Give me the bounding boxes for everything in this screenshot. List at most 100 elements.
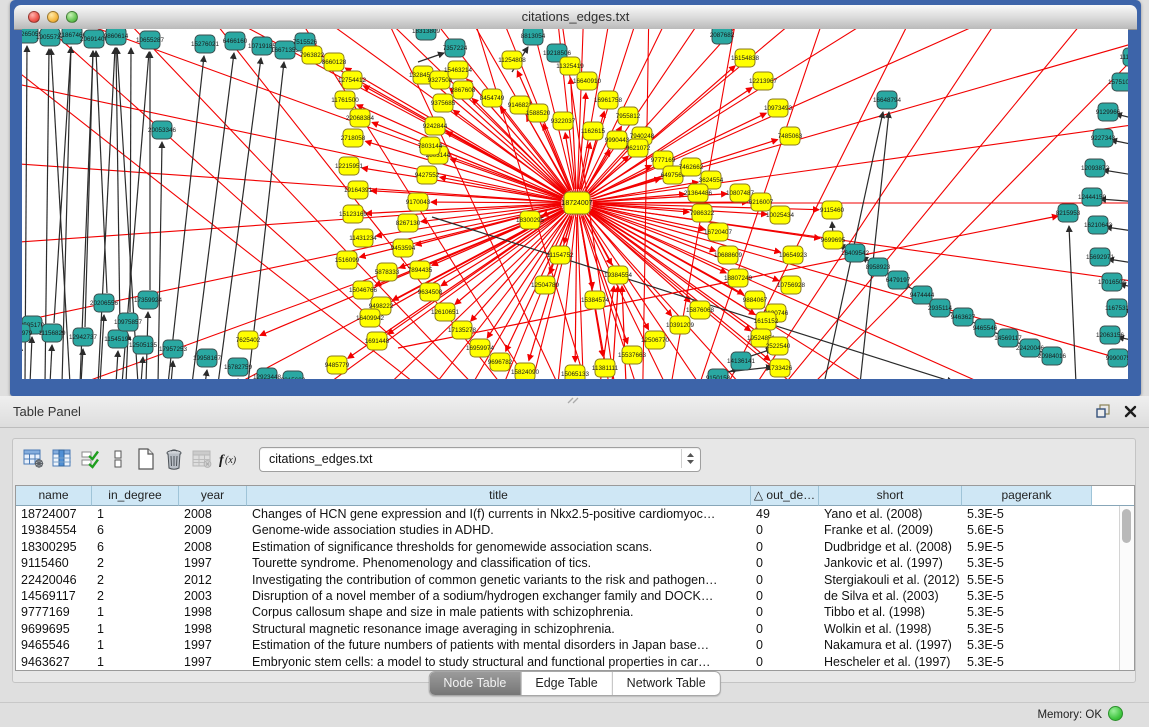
node-label: 9621072 bbox=[626, 145, 651, 152]
node-label: 18807249 bbox=[724, 275, 753, 282]
column-header-name[interactable]: name bbox=[16, 486, 92, 506]
node-label: 20206556 bbox=[90, 300, 119, 307]
node-label: 19384554 bbox=[604, 272, 633, 279]
node-label: 7515526 bbox=[293, 39, 318, 46]
node-label: 10025434 bbox=[766, 212, 795, 219]
table-cell: 5.9E-5 bbox=[962, 539, 1092, 555]
select-rows-button[interactable] bbox=[77, 447, 102, 471]
column-header-in_degree[interactable]: in_degree bbox=[92, 486, 179, 506]
table-cell: 5.5E-5 bbox=[962, 572, 1092, 588]
table-cell: 1998 bbox=[179, 621, 247, 637]
node-label: 19164391 bbox=[344, 187, 373, 194]
node-label: 9322037 bbox=[551, 118, 576, 125]
node-label: 12754412 bbox=[338, 77, 367, 84]
node-label: 9453594 bbox=[391, 245, 416, 252]
table-cell: 0 bbox=[751, 539, 819, 555]
splitter-grip-icon[interactable] bbox=[566, 397, 582, 404]
node-label: 19958167 bbox=[193, 355, 222, 362]
table-cell: 2 bbox=[92, 572, 179, 588]
table-cell: 1997 bbox=[179, 555, 247, 571]
table-row[interactable]: 977716911998Corpus callosum shape and si… bbox=[16, 604, 1134, 620]
table-row[interactable]: 1872400712008Changes of HCN gene express… bbox=[16, 506, 1134, 522]
node-label: 8660128 bbox=[322, 59, 347, 66]
tab-edge-table[interactable]: Edge Table bbox=[520, 672, 611, 695]
close-panel-icon[interactable] bbox=[1124, 405, 1137, 418]
select-columns-button[interactable] bbox=[49, 447, 74, 471]
table-row[interactable]: 911546021997Tourette syndrome. Phenomeno… bbox=[16, 555, 1134, 571]
node-label: 7485063 bbox=[778, 133, 803, 140]
node-label: 9227343 bbox=[1091, 135, 1116, 142]
node-label: 15276021 bbox=[191, 41, 220, 48]
tab-network-table[interactable]: Network Table bbox=[612, 672, 720, 695]
node-label: 3919979 bbox=[22, 330, 33, 337]
table-cell: Structural magnetic resonance image aver… bbox=[247, 621, 751, 637]
table-select-dropdown[interactable]: citations_edges.txt bbox=[259, 447, 701, 472]
node-label: 9129966 bbox=[1096, 109, 1121, 116]
node-label: 1615152 bbox=[754, 318, 779, 325]
node-label: 10655287 bbox=[136, 37, 165, 44]
table-cell: 49 bbox=[751, 506, 819, 522]
node-label: 9170043 bbox=[406, 199, 431, 206]
network-canvas[interactable]: 2326505919055724218674662069140698606141… bbox=[22, 29, 1128, 379]
scrollbar-thumb[interactable] bbox=[1122, 509, 1131, 543]
node-label: 10807487 bbox=[726, 190, 755, 197]
node-label: 9465546 bbox=[973, 325, 998, 332]
table-cell: 1 bbox=[92, 621, 179, 637]
node-label: 15751074 bbox=[1108, 79, 1128, 86]
node-label: 15123169 bbox=[339, 211, 368, 218]
table-cell: 18724007 bbox=[16, 506, 92, 522]
table-cell: Hescheler et al. (1997) bbox=[819, 654, 962, 670]
float-window-icon[interactable] bbox=[1096, 404, 1110, 418]
table-row[interactable]: 969969511998Structural magnetic resonanc… bbox=[16, 621, 1134, 637]
column-header-short[interactable]: short bbox=[819, 486, 962, 506]
node-label: 17359924 bbox=[134, 297, 163, 304]
column-header-title[interactable]: title bbox=[247, 486, 751, 506]
table-scrollbar[interactable] bbox=[1119, 506, 1134, 670]
table-row[interactable]: 946554611997Estimation of the future num… bbox=[16, 637, 1134, 653]
column-header-out_de[interactable]: △ out_de… bbox=[751, 486, 819, 506]
node-label: 8267130 bbox=[396, 220, 421, 227]
node-label: 6479197 bbox=[886, 277, 911, 284]
node-label: 8454749 bbox=[480, 95, 505, 102]
table-row[interactable]: 946362711997Embryonic stem cells: a mode… bbox=[16, 654, 1134, 670]
node-label: 9115460 bbox=[820, 207, 845, 214]
node-label: 7357224 bbox=[443, 45, 468, 52]
delete-table-button[interactable] bbox=[161, 447, 186, 471]
node-label: 12506770 bbox=[641, 337, 670, 344]
table-row[interactable]: 1938455462009Genome-wide association stu… bbox=[16, 522, 1134, 538]
header-filler bbox=[1092, 486, 1134, 506]
new-table-button[interactable] bbox=[133, 447, 158, 471]
table-cell: 1 bbox=[92, 637, 179, 653]
node-label: 12942737 bbox=[69, 334, 98, 341]
table-panel-header: Table Panel bbox=[0, 396, 1149, 428]
node-label: 20984016 bbox=[1038, 353, 1067, 360]
column-header-year[interactable]: year bbox=[179, 486, 247, 506]
node-label: 1167531 bbox=[1105, 305, 1128, 312]
table-row[interactable]: 1456911722003Disruption of a novel membe… bbox=[16, 588, 1134, 604]
node-label: 14569117 bbox=[994, 335, 1022, 342]
table-cell: 2003 bbox=[179, 588, 247, 604]
node-label: 15824090 bbox=[511, 369, 540, 376]
node-label: 12923448 bbox=[253, 374, 282, 379]
row-height-button[interactable] bbox=[105, 447, 130, 471]
network-window-titlebar[interactable]: citations_edges.txt bbox=[14, 5, 1137, 30]
node-label: 2522540 bbox=[766, 343, 791, 350]
import-table-button bbox=[189, 447, 214, 471]
node-label: 16648794 bbox=[873, 97, 902, 104]
node-label: 7462662 bbox=[679, 164, 704, 171]
node-label: 2867608 bbox=[451, 87, 476, 94]
node-label: 2087682 bbox=[710, 32, 735, 39]
column-header-pagerank[interactable]: pagerank bbox=[962, 486, 1092, 506]
table-cell: Wolkin et al. (1998) bbox=[819, 621, 962, 637]
tab-node-table[interactable]: Node Table bbox=[429, 672, 520, 695]
table-cell: 0 bbox=[751, 637, 819, 653]
node-label: 19218506 bbox=[543, 50, 572, 57]
table-row[interactable]: 1830029562008Estimation of significance … bbox=[16, 539, 1134, 555]
function-builder-button[interactable]: f (x) bbox=[217, 447, 242, 471]
node-label: 10756928 bbox=[777, 282, 806, 289]
table-cell: Investigating the contribution of common… bbox=[247, 572, 751, 588]
node-label: 9860614 bbox=[104, 33, 129, 40]
table-row[interactable]: 2242004622012Investigating the contribut… bbox=[16, 572, 1134, 588]
node-label: 15384574 bbox=[581, 297, 610, 304]
table-settings-button[interactable] bbox=[21, 447, 46, 471]
